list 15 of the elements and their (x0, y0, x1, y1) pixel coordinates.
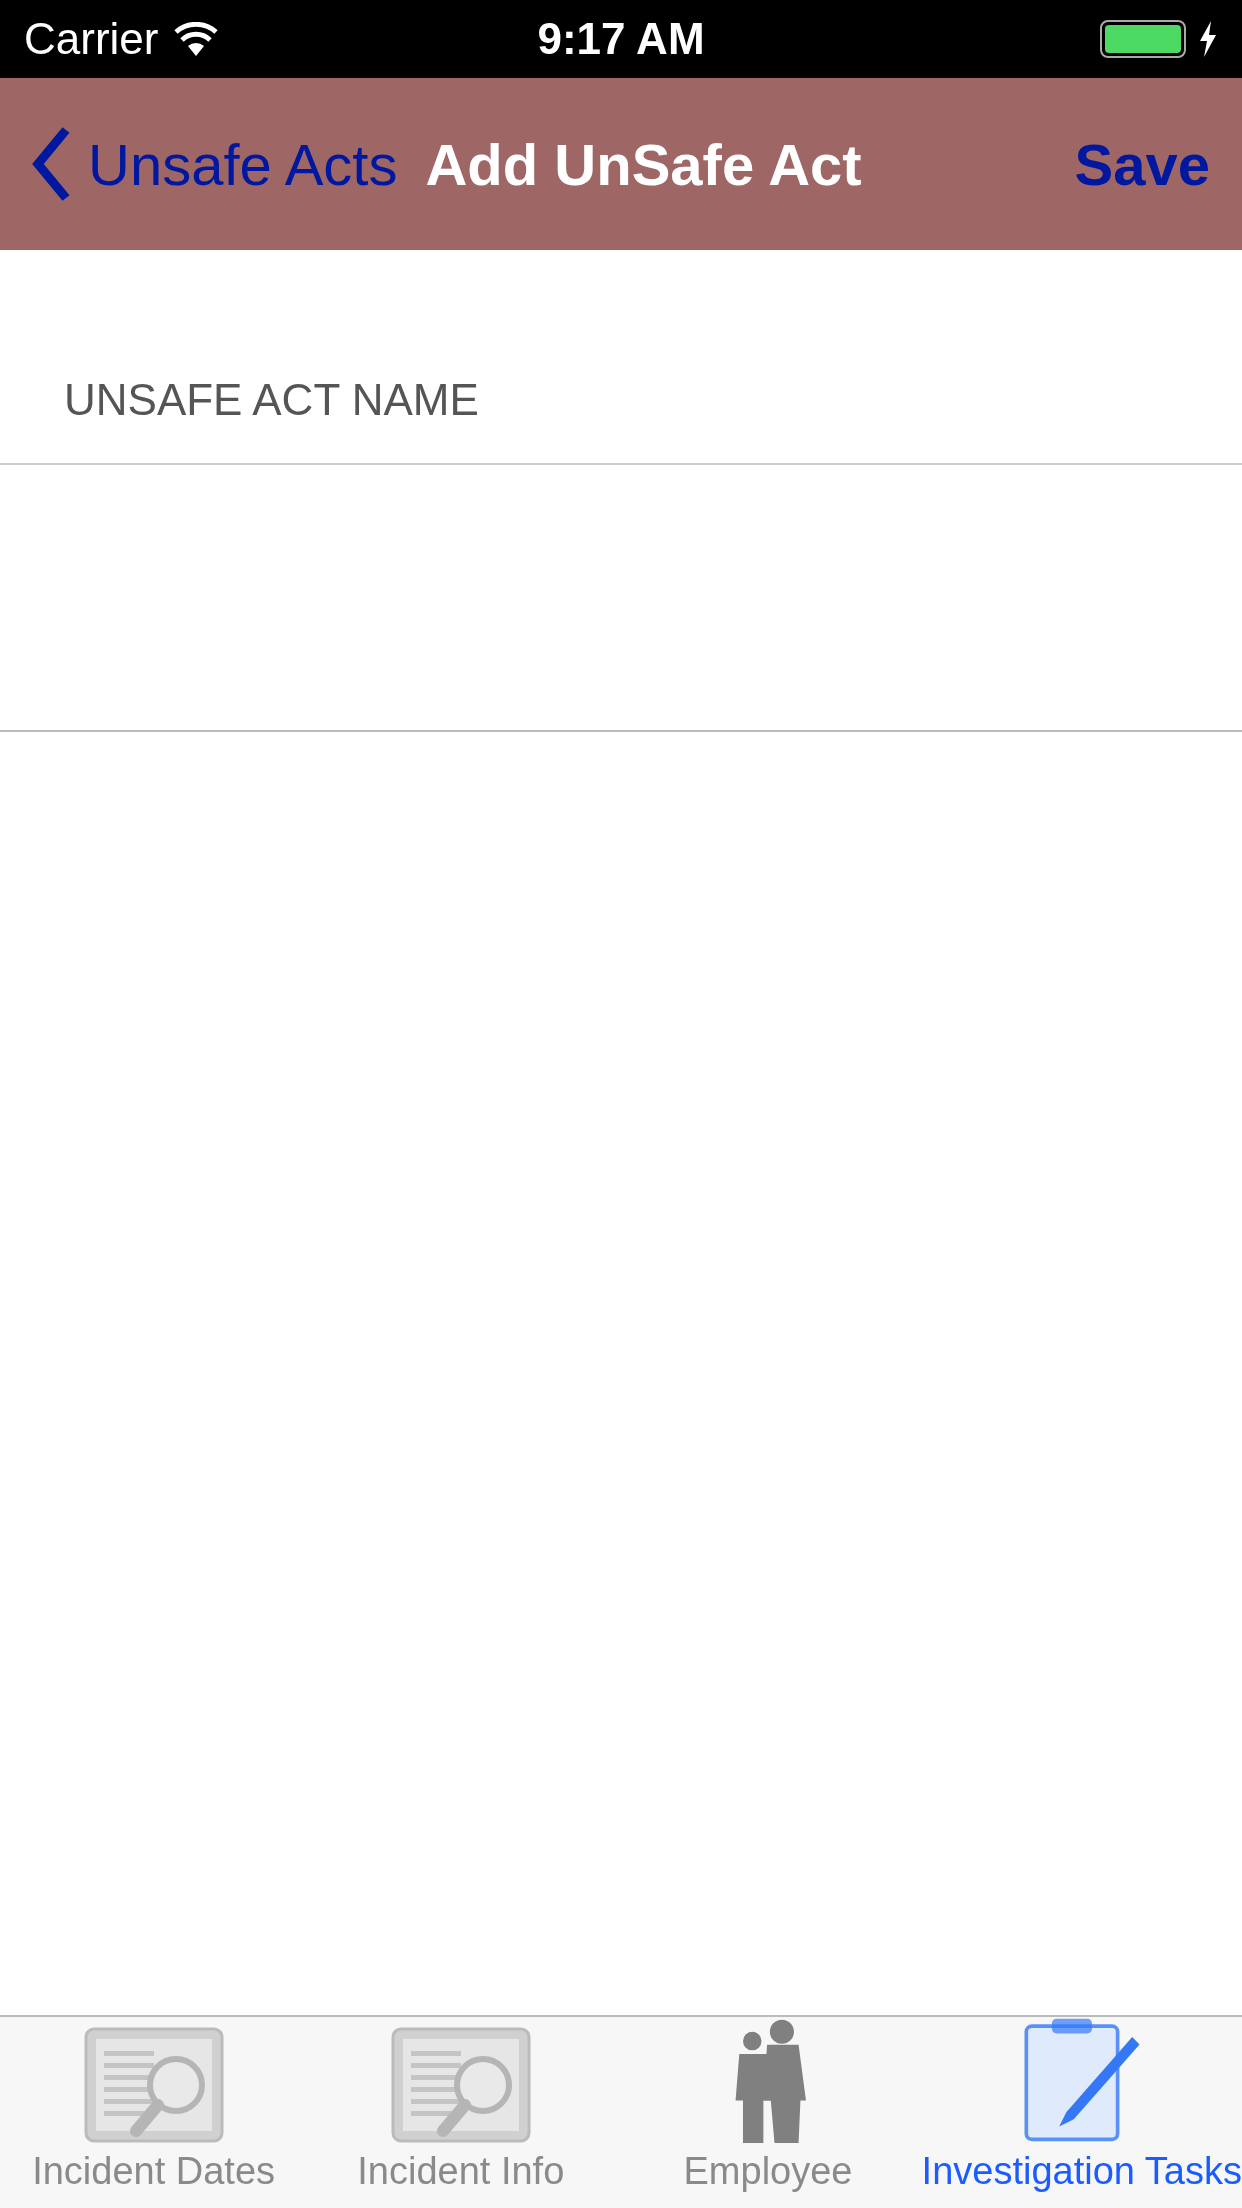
battery-icon (1100, 20, 1186, 58)
chevron-left-icon (32, 126, 72, 202)
section-header: UNSAFE ACT NAME (64, 374, 479, 426)
tab-bar-item[interactable]: Incident Dates (0, 2017, 308, 2208)
carrier-label: Carrier (24, 13, 159, 65)
save-button[interactable]: Save (1074, 120, 1210, 208)
back-button[interactable]: Unsafe Acts (32, 120, 398, 208)
document-magnifier-icon (390, 2027, 531, 2143)
tab-bar-item[interactable]: Investigation Tasks (921, 2017, 1242, 2208)
wifi-icon (174, 22, 219, 56)
screen-title: Add UnSafe Act (425, 130, 863, 199)
tab-bar-item[interactable]: Employee (614, 2017, 922, 2208)
status-time: 9:17 AM (537, 13, 705, 65)
document-magnifier-icon (83, 2027, 224, 2143)
tab-bar-item[interactable]: Incident Info (307, 2017, 615, 2208)
